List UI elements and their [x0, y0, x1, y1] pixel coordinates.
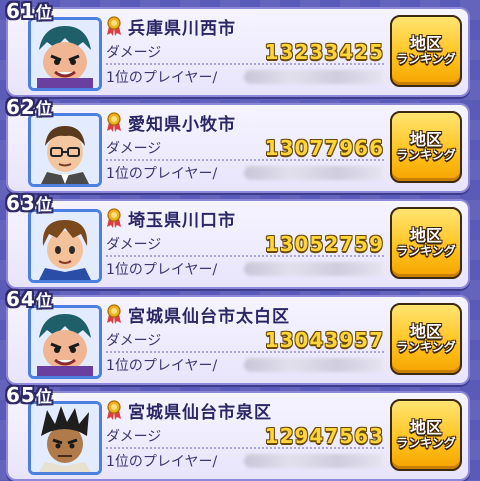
avatar[interactable]	[28, 305, 102, 379]
rank-suffix: 位	[35, 387, 53, 406]
rank-suffix: 位	[35, 99, 53, 118]
rank-number: 64位	[6, 287, 53, 311]
damage-value: 12947563	[264, 424, 384, 448]
top-player-name-blurred	[244, 262, 384, 276]
rank-number: 65位	[6, 383, 53, 407]
region-ranking-button-label-top: 地区	[409, 129, 442, 149]
region-ranking-button-label-bottom: ランキング	[396, 52, 456, 67]
region-ranking-button-label-bottom: ランキング	[396, 436, 456, 451]
region-name: 宮城県仙台市泉区	[128, 402, 272, 423]
damage-value: 13052759	[264, 232, 384, 256]
medal-icon	[106, 208, 122, 228]
ranking-row: 64位宮城県仙台市太白区ダメージ 13043957 1位のプレイヤー/地区 ランキング	[6, 287, 470, 385]
top-player-line: 1位のプレイヤー/	[106, 354, 384, 376]
region-ranking-button-label-top: 地区	[409, 321, 442, 341]
medal-icon	[106, 304, 122, 324]
rank-suffix: 位	[35, 195, 53, 214]
avatar[interactable]	[28, 113, 102, 187]
damage-line: ダメージ 13077966	[106, 136, 384, 161]
medal-icon	[106, 400, 122, 420]
top-player-label: 1位のプレイヤー/	[106, 166, 218, 182]
region-name: 愛知県小牧市	[128, 114, 236, 135]
medal-icon	[106, 16, 122, 36]
region-title: 埼玉県川口市	[106, 206, 384, 231]
region-ranking-button-label-top: 地区	[409, 33, 442, 53]
region-title: 愛知県小牧市	[106, 110, 384, 135]
region-ranking-button-label-bottom: ランキング	[396, 244, 456, 259]
ranking-row: 61位兵庫県川西市ダメージ 13233425 1位のプレイヤー/地区 ランキング	[6, 0, 470, 97]
rank-number: 61位	[6, 0, 53, 23]
damage-label: ダメージ	[106, 237, 162, 253]
top-player-label: 1位のプレイヤー/	[106, 358, 218, 374]
boy-character-icon	[31, 212, 99, 280]
top-player-label: 1位のプレイヤー/	[106, 262, 218, 278]
rank-value: 61	[6, 0, 36, 23]
region-name: 宮城県仙台市太白区	[128, 306, 290, 327]
region-ranking-button[interactable]: 地区 ランキング	[390, 303, 462, 375]
glasses-character-icon	[31, 116, 99, 184]
region-ranking-button-label-top: 地区	[409, 417, 442, 437]
rank-value: 65	[6, 383, 36, 407]
damage-label: ダメージ	[106, 45, 162, 61]
damage-label: ダメージ	[106, 141, 162, 157]
region-ranking-button[interactable]: 地区 ランキング	[390, 399, 462, 471]
rank-suffix: 位	[35, 291, 53, 310]
rank-number: 63位	[6, 191, 53, 215]
avatar[interactable]	[28, 209, 102, 283]
rank-value: 62	[6, 95, 36, 119]
region-ranking-button[interactable]: 地区 ランキング	[390, 207, 462, 279]
region-ranking-button[interactable]: 地区 ランキング	[390, 111, 462, 183]
top-player-label: 1位のプレイヤー/	[106, 454, 218, 470]
damage-label: ダメージ	[106, 429, 162, 445]
top-player-name-blurred	[244, 70, 384, 84]
region-name: 兵庫県川西市	[128, 18, 236, 39]
damage-line: ダメージ 12947563	[106, 424, 384, 449]
top-player-line: 1位のプレイヤー/	[106, 258, 384, 280]
top-player-line: 1位のプレイヤー/	[106, 162, 384, 184]
damage-label: ダメージ	[106, 333, 162, 349]
top-player-name-blurred	[244, 454, 384, 468]
damage-line: ダメージ 13052759	[106, 232, 384, 257]
yokai-character-icon	[31, 20, 99, 88]
damage-line: ダメージ 13233425	[106, 40, 384, 65]
top-player-name-blurred	[244, 358, 384, 372]
tan-boy-character-icon	[31, 404, 99, 472]
region-ranking-button-label-bottom: ランキング	[396, 340, 456, 355]
avatar[interactable]	[28, 401, 102, 475]
top-player-name-blurred	[244, 166, 384, 180]
ranking-row: 65位宮城県仙台市泉区ダメージ 12947563 1位のプレイヤー/地区 ランキング	[6, 383, 470, 481]
avatar[interactable]	[28, 17, 102, 91]
top-player-label: 1位のプレイヤー/	[106, 70, 218, 86]
region-title: 宮城県仙台市泉区	[106, 398, 384, 423]
damage-line: ダメージ 13043957	[106, 328, 384, 353]
region-name: 埼玉県川口市	[128, 210, 236, 231]
top-player-line: 1位のプレイヤー/	[106, 450, 384, 472]
rank-value: 63	[6, 191, 36, 215]
region-ranking-button-label-top: 地区	[409, 225, 442, 245]
ranking-row: 62位愛知県小牧市ダメージ 13077966 1位のプレイヤー/地区 ランキング	[6, 95, 470, 193]
region-title: 兵庫県川西市	[106, 14, 384, 39]
region-ranking-button-label-bottom: ランキング	[396, 148, 456, 163]
rank-value: 64	[6, 287, 36, 311]
damage-value: 13233425	[264, 40, 384, 64]
yokai-character-icon	[31, 308, 99, 376]
regional-ranking-list: 61位 兵庫県川西市 ダメージ 13233425 1位のプレイヤー/地区 ランキング 62位…	[0, 0, 480, 481]
region-ranking-button[interactable]: 地区 ランキング	[390, 15, 462, 87]
rank-suffix: 位	[35, 3, 53, 22]
ranking-row: 63位埼玉県川口市ダメージ 13052759 1位のプレイヤー/地区 ランキング	[6, 191, 470, 289]
medal-icon	[106, 112, 122, 132]
top-player-line: 1位のプレイヤー/	[106, 66, 384, 88]
damage-value: 13077966	[264, 136, 384, 160]
region-title: 宮城県仙台市太白区	[106, 302, 384, 327]
damage-value: 13043957	[264, 328, 384, 352]
rank-number: 62位	[6, 95, 53, 119]
